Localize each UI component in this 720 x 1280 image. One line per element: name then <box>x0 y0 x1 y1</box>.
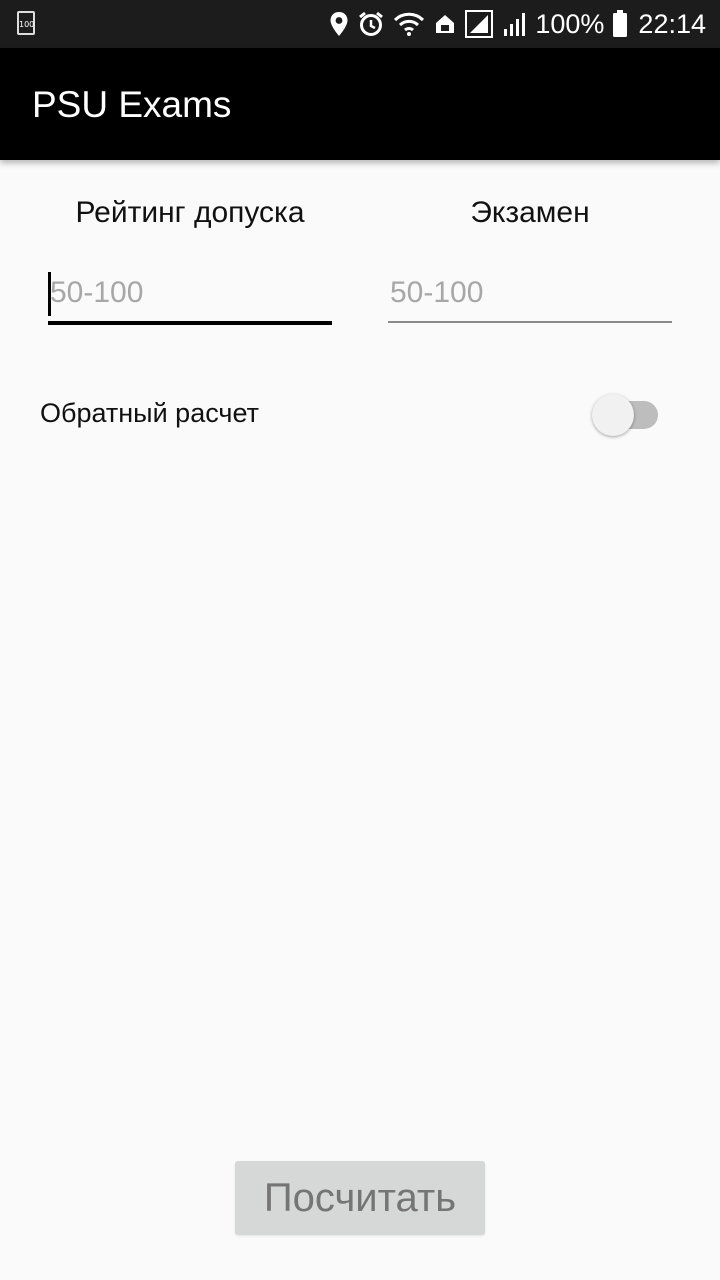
status-icons: 100% 22:14 <box>329 0 706 48</box>
rating-field[interactable] <box>48 268 332 325</box>
app-title: PSU Exams <box>32 84 232 125</box>
clock: 22:14 <box>638 8 706 39</box>
battery-notification-icon: 100 <box>17 11 35 35</box>
battery-percent: 100% <box>535 8 605 39</box>
reverse-calc-label: Обратный расчет <box>40 398 259 428</box>
signal-2-icon <box>503 11 527 37</box>
notification-icon-text: 100 <box>19 20 35 29</box>
location-icon <box>329 11 349 37</box>
battery-icon <box>612 10 628 38</box>
switch-thumb <box>592 394 634 436</box>
exam-label: Экзамен <box>470 196 590 229</box>
calculate-button[interactable]: Посчитать <box>235 1161 485 1235</box>
status-bar: 100 100% 22:14 <box>0 0 720 48</box>
exam-field[interactable] <box>388 268 672 323</box>
wifi-icon <box>393 11 425 37</box>
reverse-calc-switch[interactable] <box>592 394 660 436</box>
exam-input[interactable] <box>388 268 672 318</box>
text-cursor <box>48 272 51 316</box>
app-bar: PSU Exams <box>0 48 720 160</box>
home-icon <box>433 12 457 36</box>
rating-label: Рейтинг допуска <box>75 196 305 229</box>
signal-icon <box>465 10 495 38</box>
alarm-icon <box>357 10 385 38</box>
rating-input[interactable] <box>48 268 332 318</box>
